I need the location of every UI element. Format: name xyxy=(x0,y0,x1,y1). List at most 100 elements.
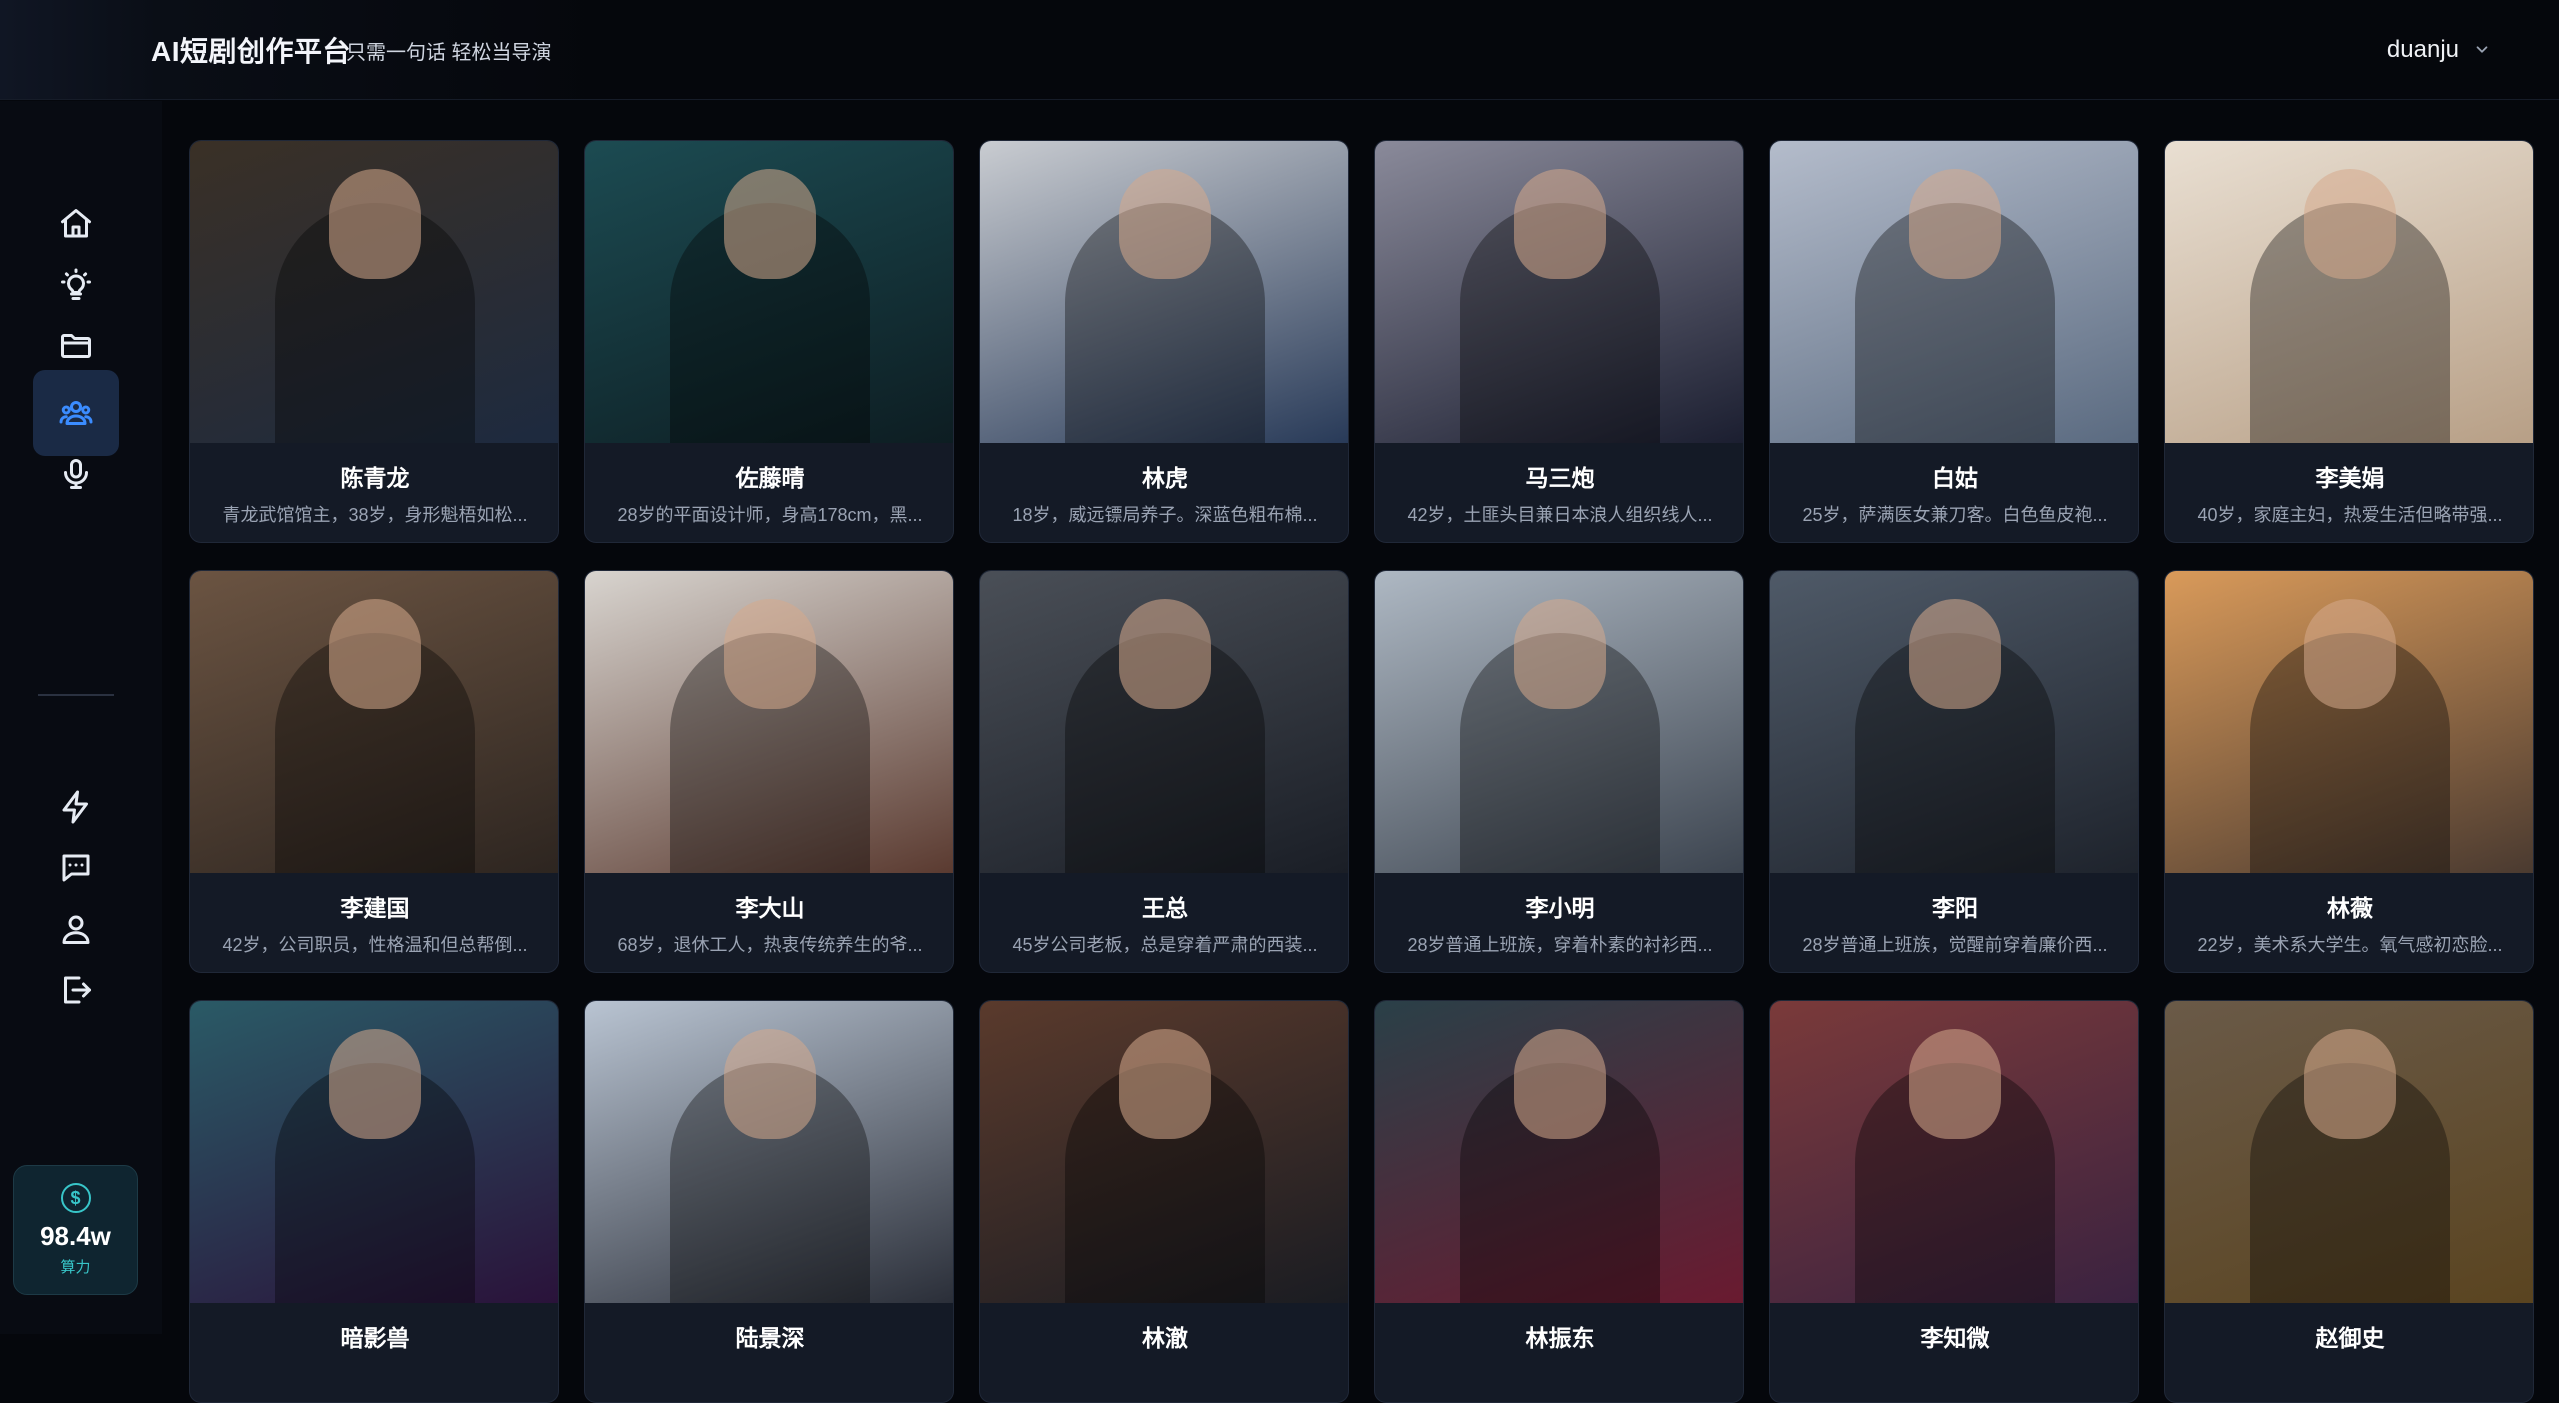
character-portrait xyxy=(190,571,558,873)
character-card[interactable]: 白姑 25岁，萨满医女兼刀客。白色鱼皮袍... xyxy=(1769,140,2139,543)
character-name: 李知微 xyxy=(1920,1325,1990,1351)
character-name: 林振东 xyxy=(1525,1325,1595,1351)
portrait-head-shape xyxy=(1119,169,1211,279)
character-name: 暗影兽 xyxy=(340,1325,410,1351)
character-name: 马三炮 xyxy=(1525,465,1595,491)
character-name: 赵御史 xyxy=(2315,1325,2385,1351)
lightbulb-icon xyxy=(61,268,91,300)
character-description: 42岁，公司职员，性格温和但总帮倒... xyxy=(222,935,528,955)
character-description: 28岁的平面设计师，身高178cm，黑... xyxy=(617,505,923,525)
character-description: 42岁，土匪头目兼日本浪人组织线人... xyxy=(1407,505,1713,525)
portrait-head-shape xyxy=(1909,169,2001,279)
character-description: 22岁，美术系大学生。氧气感初恋脸... xyxy=(2197,935,2503,955)
character-portrait xyxy=(980,1001,1348,1303)
character-name: 李阳 xyxy=(1932,895,1978,921)
portrait-head-shape xyxy=(1514,1029,1606,1139)
character-name: 林薇 xyxy=(2327,895,2373,921)
character-portrait xyxy=(2165,141,2533,443)
sidebar: $ 98.4w 算力 xyxy=(0,101,162,1334)
character-portrait xyxy=(585,571,953,873)
character-portrait xyxy=(2165,571,2533,873)
character-description: 40岁，家庭主妇，热爱生活但略带强... xyxy=(2197,505,2503,525)
character-card[interactable]: 林振东 xyxy=(1374,1000,1744,1403)
character-name: 白姑 xyxy=(1932,465,1978,491)
credits-label: 算力 xyxy=(60,1259,91,1276)
portrait-head-shape xyxy=(724,169,816,279)
nav-voice[interactable] xyxy=(33,431,119,517)
brand-title: AI短剧创作平台 xyxy=(151,36,352,67)
character-name: 王总 xyxy=(1142,895,1188,921)
character-portrait xyxy=(1375,1001,1743,1303)
character-portrait xyxy=(1375,571,1743,873)
credits-badge[interactable]: $ 98.4w 算力 xyxy=(13,1165,138,1295)
character-portrait xyxy=(585,1001,953,1303)
character-portrait xyxy=(585,141,953,443)
nav-logout[interactable] xyxy=(33,947,119,1033)
character-portrait xyxy=(1770,141,2138,443)
character-card[interactable]: 佐藤晴 28岁的平面设计师，身高178cm，黑... xyxy=(584,140,954,543)
username: duanju xyxy=(2386,36,2459,63)
credits-amount: 98.4w xyxy=(40,1221,111,1251)
character-card[interactable]: 陆景深 xyxy=(584,1000,954,1403)
chat-icon xyxy=(62,854,90,882)
character-portrait xyxy=(980,571,1348,873)
character-portrait xyxy=(190,1001,558,1303)
character-card[interactable]: 林澈 xyxy=(979,1000,1349,1403)
character-description: 18岁，威远镖局养子。深蓝色粗布棉... xyxy=(1012,505,1318,525)
character-name: 李美娟 xyxy=(2315,465,2385,491)
character-description: 45岁公司老板，总是穿着严肃的西装... xyxy=(1012,935,1318,955)
character-card[interactable]: 陈青龙青龙武馆馆主，38岁，身形魁梧如松... xyxy=(189,140,559,543)
character-card[interactable]: 李大山 68岁，退休工人，热衷传统养生的爷... xyxy=(584,570,954,973)
character-description: 青龙武馆馆主，38岁，身形魁梧如松... xyxy=(222,505,528,525)
portrait-head-shape xyxy=(1909,599,2001,709)
portrait-head-shape xyxy=(724,599,816,709)
folder-icon xyxy=(61,334,91,358)
character-description: 28岁普通上班族，穿着朴素的衬衫西... xyxy=(1407,935,1713,955)
top-bar: AI短剧创作平台 只需一句话 轻松当导演 duanju xyxy=(0,0,2559,100)
portrait-head-shape xyxy=(329,1029,421,1139)
users-icon xyxy=(59,401,93,425)
character-portrait xyxy=(1770,1001,2138,1303)
character-card[interactable]: 暗影兽 xyxy=(189,1000,559,1403)
character-grid: 陈青龙 青龙武馆馆主，38岁，身形魁梧如松... 佐藤晴 28岁的平面设计师，身高17… xyxy=(189,140,2537,1403)
character-portrait xyxy=(1770,571,2138,873)
user-icon xyxy=(62,915,90,944)
character-card[interactable]: 赵御史 xyxy=(2164,1000,2534,1403)
character-portrait xyxy=(1375,141,1743,443)
user-menu[interactable]: duanju xyxy=(2387,0,2491,100)
portrait-head-shape xyxy=(1514,599,1606,709)
portrait-head-shape xyxy=(1909,1029,2001,1139)
portrait-head-shape xyxy=(2304,169,2396,279)
portrait-head-shape xyxy=(2304,1029,2396,1139)
portrait-head-shape xyxy=(724,1029,816,1139)
character-name: 李小明 xyxy=(1525,895,1595,921)
lightning-icon xyxy=(62,790,88,824)
character-portrait xyxy=(980,141,1348,443)
microphone-icon xyxy=(64,459,88,489)
character-card[interactable]: 林薇 22岁，美术系大学生。氧气感初恋脸... xyxy=(2164,570,2534,973)
chevron-down-icon xyxy=(2476,46,2488,53)
character-card[interactable]: 林虎 18岁，威远镖局养子。深蓝色粗布棉... xyxy=(979,140,1349,543)
character-name: 陈青龙 xyxy=(340,465,410,491)
logout-icon xyxy=(64,976,91,1004)
home-icon xyxy=(61,209,91,238)
portrait-head-shape xyxy=(329,599,421,709)
character-card[interactable]: 李小明 28岁普通上班族，穿着朴素的衬衫西... xyxy=(1374,570,1744,973)
portrait-head-shape xyxy=(1514,169,1606,279)
character-card[interactable]: 李阳 28岁普通上班族，觉醒前穿着廉价西... xyxy=(1769,570,2139,973)
portrait-head-shape xyxy=(329,169,421,279)
character-name: 林虎 xyxy=(1142,465,1188,491)
character-card[interactable]: 李美娟 40岁，家庭主妇，热爱生活但略带强... xyxy=(2164,140,2534,543)
character-card[interactable]: 李知微 xyxy=(1769,1000,2139,1403)
character-name: 陆景深 xyxy=(735,1325,805,1351)
portrait-head-shape xyxy=(1119,599,1211,709)
sidebar-divider xyxy=(38,694,114,696)
character-card[interactable]: 王总 45岁公司老板，总是穿着严肃的西装... xyxy=(979,570,1349,973)
character-card[interactable]: 马三炮 42岁，土匪头目兼日本浪人组织线人... xyxy=(1374,140,1744,543)
portrait-head-shape xyxy=(2304,599,2396,709)
brand-slogan: 只需一句话 轻松当导演 xyxy=(346,41,552,64)
character-name: 李建国 xyxy=(340,895,410,921)
character-card[interactable]: 李建国 42岁，公司职员，性格温和但总帮倒... xyxy=(189,570,559,973)
character-name: 李大山 xyxy=(735,895,805,921)
character-portrait xyxy=(190,141,558,443)
